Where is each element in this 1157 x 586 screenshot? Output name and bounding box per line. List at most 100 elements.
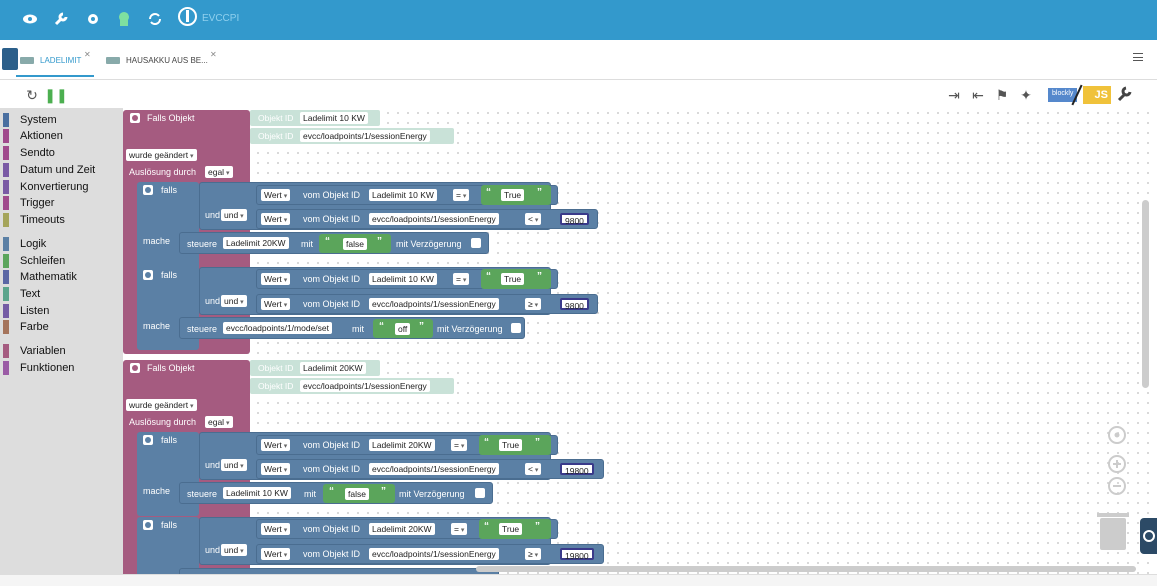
text-value[interactable]: True <box>501 189 525 201</box>
category-variablen[interactable]: Variablen <box>3 344 66 358</box>
flag-icon[interactable]: ⚑ <box>994 87 1010 103</box>
zoom-out-icon[interactable] <box>1108 477 1126 495</box>
zoom-reset-icon[interactable] <box>1108 426 1126 444</box>
tab-hausakku[interactable]: HAUSAKKU AUS BE... ✕ <box>106 50 217 66</box>
menu-toggle-button[interactable] <box>2 48 18 70</box>
text-value[interactable]: True <box>501 273 525 285</box>
object-id-field[interactable]: evcc/loadpoints/1/sessionEnergy <box>369 298 499 310</box>
vertical-scrollbar[interactable] <box>1142 200 1149 388</box>
number-value[interactable]: 9800 <box>560 298 589 311</box>
tab-ladelimit[interactable]: LADELIMIT ✕ <box>20 50 91 66</box>
wert-dropdown[interactable]: Wert <box>261 189 291 201</box>
wert-dropdown[interactable]: Wert <box>261 463 291 475</box>
head-icon[interactable] <box>115 10 133 28</box>
object-id-field[interactable]: Ladelimit 20KW <box>300 362 366 374</box>
object-id-field[interactable]: evcc/loadpoints/1/sessionEnergy <box>300 130 430 142</box>
text-value[interactable]: off <box>395 323 411 335</box>
wert-dropdown[interactable]: Wert <box>261 523 291 535</box>
object-id-field[interactable]: Ladelimit 10 KW <box>300 112 368 124</box>
number-value[interactable]: 9800 <box>560 213 589 226</box>
gear-icon[interactable] <box>130 113 140 123</box>
pause-icon[interactable]: ❚❚ <box>44 87 67 103</box>
op-dropdown[interactable]: = <box>451 523 468 535</box>
op-dropdown[interactable]: ≥ <box>525 548 542 560</box>
gear-icon[interactable] <box>84 10 102 28</box>
horizontal-scrollbar[interactable] <box>476 566 1136 572</box>
object-id-slot[interactable]: Objekt ID evcc/loadpoints/1/sessionEnerg… <box>250 128 454 144</box>
category-datum-und-zeit[interactable]: Datum und Zeit <box>3 163 95 177</box>
category-mathematik[interactable]: Mathematik <box>3 270 77 284</box>
category-aktionen[interactable]: Aktionen <box>3 129 63 143</box>
gear-icon[interactable] <box>143 520 153 530</box>
object-id-field[interactable]: Ladelimit 20KW <box>369 523 435 535</box>
text-value[interactable]: false <box>345 488 369 500</box>
import-icon[interactable]: ⇤ <box>970 87 986 103</box>
object-id-field[interactable]: Ladelimit 20KW <box>369 439 435 451</box>
blockly-workspace[interactable]: Falls Objekt Objekt ID Ladelimit 10 KW O… <box>123 108 1153 574</box>
category-listen[interactable]: Listen <box>3 304 49 318</box>
close-icon[interactable]: ✕ <box>84 50 91 59</box>
event-dropdown[interactable]: wurde geändert <box>126 149 197 161</box>
trigger-source-dropdown[interactable]: egal <box>205 166 233 178</box>
menu-icon[interactable] <box>1133 53 1143 61</box>
wert-dropdown[interactable]: Wert <box>261 548 291 560</box>
wert-dropdown[interactable]: Wert <box>261 213 291 225</box>
eye-icon[interactable] <box>21 10 39 28</box>
gear-icon[interactable] <box>143 185 153 195</box>
trigger-source-dropdown[interactable]: egal <box>205 416 233 428</box>
object-id-slot[interactable]: Objekt ID Ladelimit 10 KW <box>250 110 380 126</box>
category-schleifen[interactable]: Schleifen <box>3 254 65 268</box>
object-id-field[interactable]: evcc/loadpoints/1/sessionEnergy <box>369 463 499 475</box>
category-funktionen[interactable]: Funktionen <box>3 361 74 375</box>
op-dropdown[interactable]: < <box>525 213 542 225</box>
object-id-field[interactable]: evcc/loadpoints/1/sessionEnergy <box>369 213 499 225</box>
text-value[interactable]: false <box>343 238 367 250</box>
category-sendto[interactable]: Sendto <box>3 146 55 160</box>
event-dropdown[interactable]: wurde geändert <box>126 399 197 411</box>
category-system[interactable]: System <box>3 113 57 127</box>
op-dropdown[interactable]: ≥ <box>525 298 542 310</box>
category-farbe[interactable]: Farbe <box>3 320 49 334</box>
text-value[interactable]: True <box>499 523 523 535</box>
wert-dropdown[interactable]: Wert <box>261 298 291 310</box>
gear-icon[interactable] <box>143 435 153 445</box>
object-id-field[interactable]: evcc/loadpoints/1/sessionEnergy <box>369 548 499 560</box>
wert-dropdown[interactable]: Wert <box>261 273 291 285</box>
category-logik[interactable]: Logik <box>3 237 46 251</box>
delay-checkbox[interactable] <box>475 488 485 498</box>
side-panel-toggle[interactable] <box>1140 518 1157 554</box>
object-id-field[interactable]: Ladelimit 10 KW <box>223 487 291 499</box>
and-dropdown[interactable]: und <box>221 295 247 307</box>
category-konvertierung[interactable]: Konvertierung <box>3 180 89 194</box>
text-value[interactable]: True <box>499 439 523 451</box>
delay-checkbox[interactable] <box>471 238 481 248</box>
settings-wrench-icon[interactable] <box>1116 86 1132 102</box>
object-id-field[interactable]: evcc/loadpoints/1/sessionEnergy <box>300 380 430 392</box>
js-toggle[interactable]: JS <box>1083 86 1111 104</box>
object-id-slot[interactable]: Objekt ID Ladelimit 20KW <box>250 360 380 376</box>
export-icon[interactable]: ⇥ <box>946 87 962 103</box>
object-id-field[interactable]: Ladelimit 10 KW <box>369 189 437 201</box>
close-icon[interactable]: ✕ <box>210 50 217 59</box>
and-dropdown[interactable]: und <box>221 544 247 556</box>
sparkle-icon[interactable]: ✦ <box>1018 87 1034 103</box>
object-id-slot[interactable]: Objekt ID evcc/loadpoints/1/sessionEnerg… <box>250 378 454 394</box>
sync-icon[interactable] <box>146 10 164 28</box>
op-dropdown[interactable]: = <box>451 439 468 451</box>
trash-icon[interactable] <box>1097 513 1129 550</box>
and-dropdown[interactable]: und <box>221 459 247 471</box>
wert-dropdown[interactable]: Wert <box>261 439 291 451</box>
zoom-in-icon[interactable] <box>1108 455 1126 473</box>
op-dropdown[interactable]: = <box>453 189 470 201</box>
category-timeouts[interactable]: Timeouts <box>3 213 65 227</box>
and-dropdown[interactable]: und <box>221 209 247 221</box>
wrench-icon[interactable] <box>52 10 70 28</box>
gear-icon[interactable] <box>143 270 153 280</box>
number-value[interactable]: 19800 <box>560 548 594 561</box>
gear-icon[interactable] <box>130 363 140 373</box>
delay-checkbox[interactable] <box>511 323 521 333</box>
object-id-field[interactable]: Ladelimit 10 KW <box>369 273 437 285</box>
object-id-field[interactable]: evcc/loadpoints/1/mode/set <box>223 322 333 334</box>
number-value[interactable]: 19800 <box>560 463 594 476</box>
category-text[interactable]: Text <box>3 287 40 301</box>
